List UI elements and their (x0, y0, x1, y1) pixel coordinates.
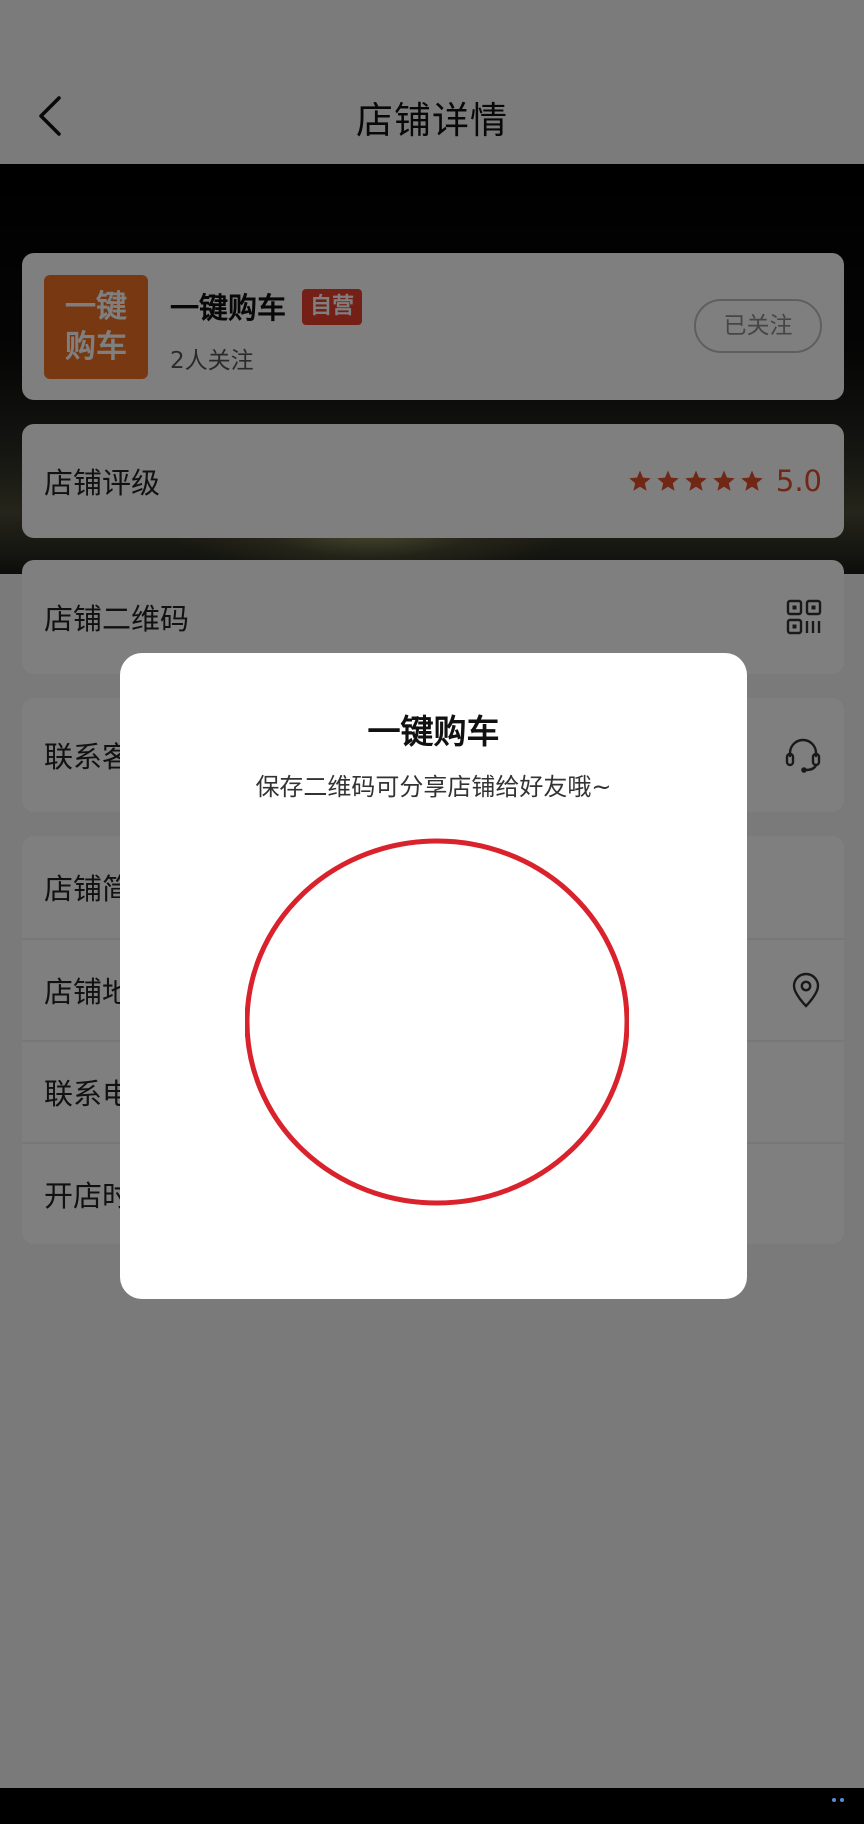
modal-title: 一键购车 (367, 712, 500, 751)
qr-code-modal: 一键购车 保存二维码可分享店铺给好友哦~ (120, 653, 747, 1299)
red-circle-annotation (244, 838, 630, 1206)
qr-code-image-area[interactable] (244, 837, 630, 1207)
system-navigation-bar (0, 1788, 864, 1824)
store-details-page: 店铺详情 一键 购车 一键购车 自营 2人关注 已关注 店铺评级 5.0 店铺二… (0, 0, 864, 1824)
indicator-dots (832, 1798, 844, 1802)
modal-subtitle: 保存二维码可分享店铺给好友哦~ (255, 773, 612, 801)
